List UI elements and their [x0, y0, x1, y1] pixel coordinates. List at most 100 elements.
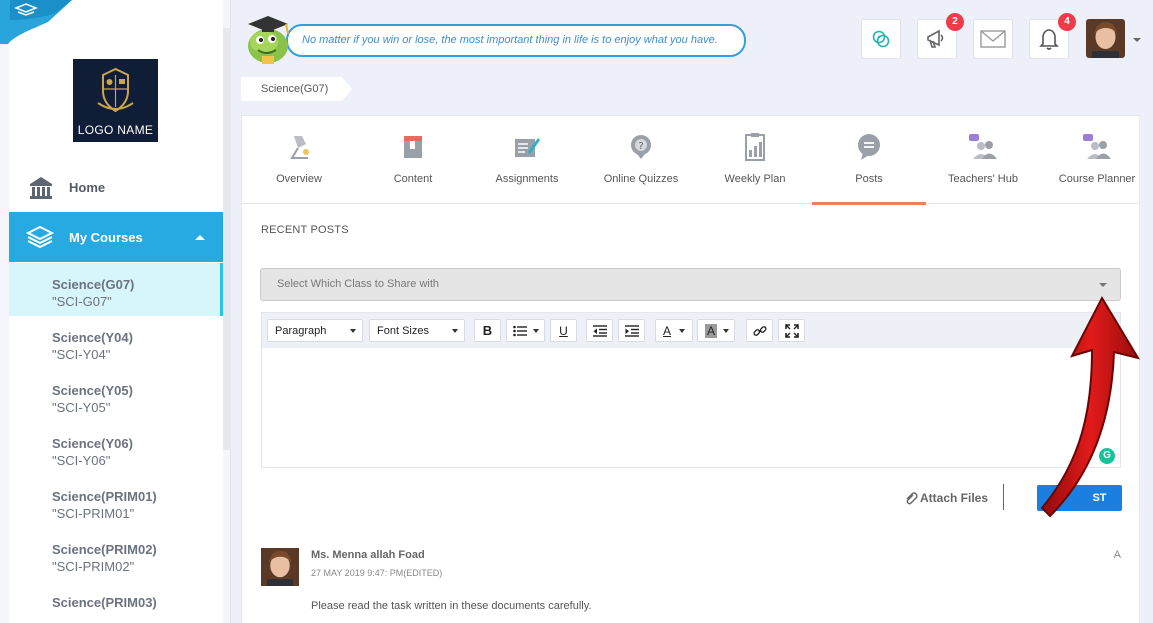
assignments-icon [515, 138, 540, 157]
tab-label: Overview [276, 173, 322, 185]
tab-online-quizzes[interactable]: ? Online Quizzes [584, 116, 698, 204]
tab-teachers-hub[interactable]: Teachers' Hub [926, 116, 1040, 204]
class-share-select[interactable]: Select Which Class to Share with [260, 268, 1121, 301]
course-list: Science(G07) "SCI-G07" Science(Y04) "SCI… [9, 263, 223, 623]
indent-button[interactable] [618, 319, 645, 342]
chevron-down-icon [533, 328, 539, 333]
chevron-down-icon [1099, 283, 1107, 287]
chevron-down-icon[interactable] [1133, 38, 1141, 42]
indent-icon [624, 324, 639, 337]
course-name: Science(Y06) [52, 436, 133, 451]
tab-posts[interactable]: Posts [812, 116, 926, 205]
outdent-button[interactable] [586, 319, 613, 342]
divider [1003, 484, 1004, 510]
post-author[interactable]: Ms. Menna allah Foad [311, 549, 425, 561]
course-item-science-g07[interactable]: Science(G07) "SCI-G07" [9, 263, 223, 316]
stacked-books-icon [26, 225, 54, 249]
fullscreen-button[interactable] [778, 319, 805, 342]
sidebar-item-label: Home [69, 179, 106, 195]
tab-label: Posts [855, 173, 883, 185]
post-menu[interactable]: A [1114, 549, 1121, 561]
chevron-down-icon [452, 328, 458, 333]
course-name: Science(PRIM01) [52, 489, 157, 504]
dropdown-label: Font Sizes [377, 324, 429, 337]
course-planner-icon [1083, 134, 1111, 159]
post-date: 27 MAY 2019 9:47: PM(EDITED) [311, 568, 443, 578]
course-item-science-prim03[interactable]: Science(PRIM03) [9, 581, 223, 623]
paperclip-icon [906, 492, 918, 505]
underline-button[interactable]: U [550, 319, 577, 342]
post-button[interactable]: ST [1037, 485, 1122, 511]
user-photo-icon [1086, 19, 1125, 58]
course-item-science-prim01[interactable]: Science(PRIM01) "SCI-PRIM01" [9, 475, 223, 528]
home-icon [30, 177, 52, 199]
section-title: RECENT POSTS [261, 224, 349, 236]
sidebar: LOGO NAME Home My Courses Science(G07) "… [0, 0, 231, 623]
crest-icon [97, 67, 134, 113]
avatar[interactable] [261, 548, 299, 586]
course-code: "SCI-PRIM02" [52, 559, 135, 574]
sidebar-item-label: My Courses [69, 229, 143, 245]
course-name: Science(G07) [52, 277, 135, 292]
bullet-list-button[interactable] [506, 319, 545, 342]
outdent-icon [592, 324, 607, 337]
post-button-label: ST [1092, 492, 1107, 504]
course-item-science-y05[interactable]: Science(Y05) "SCI-Y05" [9, 369, 223, 422]
sidebar-item-my-courses[interactable]: My Courses [9, 212, 223, 262]
chevron-up-icon [195, 234, 205, 240]
tab-assignments[interactable]: Assignments [470, 116, 584, 204]
weekly-plan-icon [745, 133, 765, 161]
tab-course-planner[interactable]: Course Planner [1040, 116, 1153, 204]
course-name: Science(PRIM02) [52, 542, 157, 557]
announcements-badge: 2 [946, 13, 964, 31]
tab-content[interactable]: Content [356, 116, 470, 204]
paragraph-format-dropdown[interactable]: Paragraph [267, 319, 363, 342]
breadcrumb[interactable]: Science(G07) [241, 77, 353, 101]
chat-bubbles-icon [872, 30, 890, 48]
user-photo-icon [261, 548, 299, 586]
font-size-dropdown[interactable]: Font Sizes [369, 319, 465, 342]
post-text-area[interactable]: G [262, 348, 1120, 467]
app-corner-logo-icon[interactable] [0, 0, 72, 44]
text-color-button[interactable]: A [655, 319, 693, 342]
course-name: Science(Y05) [52, 383, 133, 398]
tab-weekly-plan[interactable]: Weekly Plan [698, 116, 812, 204]
chevron-down-icon [350, 328, 356, 333]
link-icon [752, 325, 767, 336]
sidebar-item-home[interactable]: Home [9, 168, 223, 206]
tab-label: Teachers' Hub [948, 173, 1018, 185]
bell-icon [1039, 29, 1059, 50]
messages-button[interactable] [973, 19, 1013, 59]
tab-label: Weekly Plan [724, 173, 786, 185]
chevron-down-icon [723, 328, 730, 333]
course-tabs: Overview Content Assignments ? Online Qu… [242, 116, 1139, 205]
attach-files-button[interactable]: Attach Files [904, 491, 988, 505]
course-item-science-y06[interactable]: Science(Y06) "SCI-Y06" [9, 422, 223, 475]
bullet-list-icon [513, 325, 527, 336]
dinosaur-mascot-icon [248, 16, 289, 64]
highlight-color-button[interactable]: A [697, 319, 735, 342]
text-color-label: A [663, 323, 672, 338]
overview-icon [290, 136, 309, 159]
user-avatar[interactable] [1086, 19, 1125, 58]
course-item-science-prim02[interactable]: Science(PRIM02) "SCI-PRIM02" [9, 528, 223, 581]
bold-button[interactable]: B [474, 319, 501, 342]
chat-button[interactable] [861, 19, 901, 59]
online-quizzes-icon: ? [631, 135, 651, 159]
notifications-button[interactable]: 4 [1029, 13, 1076, 59]
megaphone-icon [927, 29, 944, 48]
course-code: "SCI-PRIM01" [52, 506, 135, 521]
tab-overview[interactable]: Overview [242, 116, 356, 204]
course-name: Science(PRIM03) [52, 595, 157, 610]
dropdown-label: Paragraph [275, 324, 327, 337]
grammarly-icon[interactable]: G [1099, 448, 1115, 464]
tab-label: Content [393, 173, 433, 185]
svg-text:?: ? [638, 141, 643, 152]
select-placeholder: Select Which Class to Share with [277, 278, 440, 290]
notifications-badge: 4 [1058, 13, 1076, 31]
insert-link-button[interactable] [746, 319, 773, 342]
announcements-button[interactable]: 2 [917, 13, 964, 59]
course-item-science-y04[interactable]: Science(Y04) "SCI-Y04" [9, 316, 223, 369]
attach-label: Attach Files [920, 491, 989, 505]
sidebar-scrollbar[interactable] [223, 28, 231, 450]
